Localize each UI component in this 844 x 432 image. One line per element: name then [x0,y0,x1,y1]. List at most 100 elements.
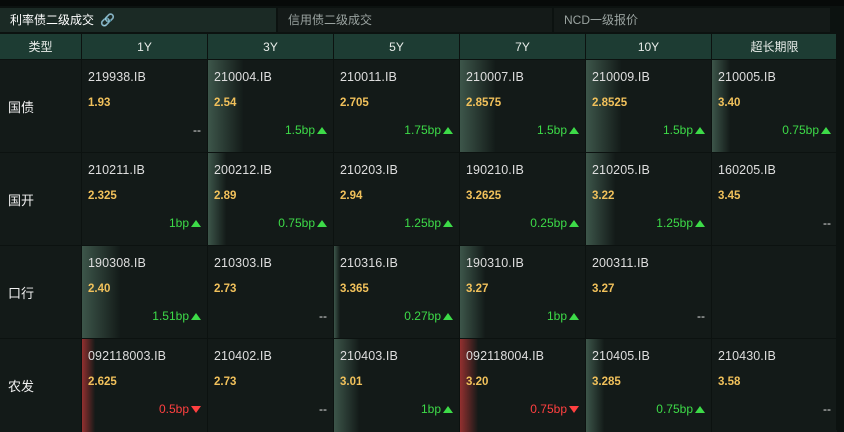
arrow-up-icon [569,219,579,227]
yield-change: 0.75bp [782,123,831,137]
bond-cell[interactable]: 190210.IB 3.2625 0.25bp [460,153,585,245]
yield-change: 0.75bp [656,402,705,416]
tab-bar: 利率债二级成交 🔗 信用债二级成交 NCD一级报价 [0,8,844,32]
bond-cell[interactable]: 210303.IB 2.73 -- [208,246,333,338]
bond-cell[interactable]: 219938.IB 1.93 -- [82,60,207,152]
bond-code: 210009.IB [592,70,650,84]
bond-code: 219938.IB [88,70,146,84]
bond-cell[interactable]: 210405.IB 3.285 0.75bp [586,339,711,432]
bond-cell[interactable]: 210402.IB 2.73 -- [208,339,333,432]
arrow-up-icon [317,219,327,227]
arrow-up-icon [569,126,579,134]
bond-cell[interactable]: 210203.IB 2.94 1.25bp [334,153,459,245]
yield-change-value: -- [193,123,201,137]
yield-change: 1.25bp [656,216,705,230]
yield-change-value: 1.5bp [536,123,567,137]
yield-change-value: 0.25bp [530,216,567,230]
bond-cell[interactable]: 210011.IB 2.705 1.75bp [334,60,459,152]
bond-code: 210005.IB [718,70,776,84]
yield-change: 1bp [169,216,201,230]
yield-change: 0.25bp [530,216,579,230]
yield-change: -- [319,309,327,323]
yield-change-value: 1.51bp [152,309,189,323]
yield-change-value: 1.25bp [404,216,441,230]
yield-change: 0.75bp [530,402,579,416]
bond-yield: 3.285 [592,376,621,388]
bond-cell[interactable]: 210211.IB 2.325 1bp [82,153,207,245]
bond-code: 210203.IB [340,163,398,177]
yield-change: -- [697,309,705,323]
bond-code: 200212.IB [214,163,272,177]
bond-cell[interactable]: 210316.IB 3.365 0.27bp [334,246,459,338]
bond-code: 210211.IB [88,163,145,177]
yield-change-value: 0.75bp [656,402,693,416]
tab-rate-bond-trades[interactable]: 利率债二级成交 🔗 [0,8,276,32]
column-header-10y[interactable]: 10Y [586,34,711,59]
bond-yield: 3.22 [592,190,615,202]
bond-cell[interactable]: 210205.IB 3.22 1.25bp [586,153,711,245]
yield-change: -- [193,123,201,137]
bond-yield: 2.54 [214,97,237,109]
bond-yield: 3.01 [340,376,363,388]
yield-change: 1.51bp [152,309,201,323]
bond-cell[interactable]: 200311.IB 3.27 -- [586,246,711,338]
column-header-3y[interactable]: 3Y [208,34,333,59]
bond-cell[interactable] [712,246,837,338]
bond-code: 200311.IB [592,256,649,270]
yield-change: 0.75bp [278,216,327,230]
column-header-ultra-long[interactable]: 超长期限 [712,34,837,59]
bond-cell[interactable]: 210430.IB 3.58 -- [712,339,837,432]
bond-cell[interactable]: 092118003.IB 2.625 0.5bp [82,339,207,432]
bond-cell[interactable]: 200212.IB 2.89 0.75bp [208,153,333,245]
bond-yield: 3.40 [718,97,741,109]
bond-code: 210007.IB [466,70,524,84]
window-top-strip [0,0,844,6]
tab-credit-bond-trades[interactable]: 信用债二级成交 [278,8,552,32]
bond-yield: 2.8575 [466,97,502,109]
bond-yield: 3.45 [718,190,741,202]
bond-yield: 3.58 [718,376,741,388]
row-label: 农发 [0,339,81,432]
yield-change: -- [823,402,831,416]
tab-ncd-quotes[interactable]: NCD一级报价 [554,8,830,32]
yield-change-value: 0.75bp [782,123,819,137]
column-header-type: 类型 [0,34,81,59]
bond-cell[interactable]: 210007.IB 2.8575 1.5bp [460,60,585,152]
bond-cell[interactable]: 160205.IB 3.45 -- [712,153,837,245]
arrow-up-icon [443,219,453,227]
column-header-7y[interactable]: 7Y [460,34,585,59]
column-header-5y[interactable]: 5Y [334,34,459,59]
yield-change-value: 1bp [420,402,441,416]
bond-code: 210004.IB [214,70,272,84]
bond-yield: 2.89 [214,190,237,202]
bond-code: 210316.IB [340,256,398,270]
bond-cell[interactable]: 210009.IB 2.8525 1.5bp [586,60,711,152]
yield-change: 1.25bp [404,216,453,230]
scrollbar-track[interactable] [836,34,844,430]
bond-matrix: 类型 1Y 3Y 5Y 7Y 10Y 超长期限 国债 219938.IB 1.93 -… [0,34,837,432]
tab-label: 利率债二级成交 [10,13,95,27]
yield-change-value: -- [697,309,705,323]
yield-change: 1bp [421,402,453,416]
yield-change-value: -- [319,402,327,416]
arrow-up-icon [317,126,327,134]
bond-yield: 3.365 [340,283,369,295]
bond-cell[interactable]: 210403.IB 3.01 1bp [334,339,459,432]
yield-change-value: 0.27bp [404,309,441,323]
bond-yield: 1.93 [88,97,111,109]
bond-code: 190210.IB [466,163,524,177]
bond-code: 190310.IB [466,256,524,270]
bond-cell[interactable]: 092118004.IB 3.20 0.75bp [460,339,585,432]
bond-cell[interactable]: 190308.IB 2.40 1.51bp [82,246,207,338]
bond-cell[interactable]: 190310.IB 3.27 1bp [460,246,585,338]
bond-yield: 3.27 [466,283,489,295]
bond-code: 210403.IB [340,349,398,363]
bond-yield: 2.625 [88,376,117,388]
bond-cell[interactable]: 210005.IB 3.40 0.75bp [712,60,837,152]
column-header-1y[interactable]: 1Y [82,34,207,59]
yield-change: -- [319,402,327,416]
yield-change-value: 1bp [168,216,189,230]
yield-change-value: 0.75bp [530,402,567,416]
link-icon[interactable]: 🔗 [100,13,115,27]
bond-cell[interactable]: 210004.IB 2.54 1.5bp [208,60,333,152]
